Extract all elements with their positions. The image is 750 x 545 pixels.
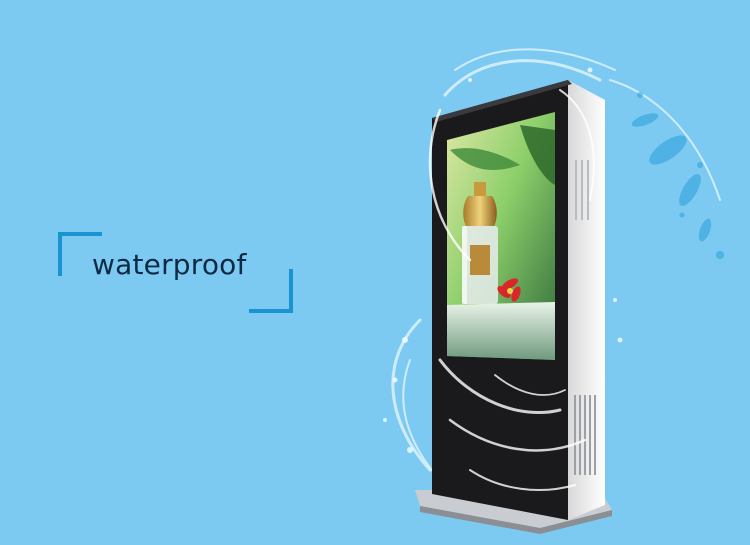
kiosk-illustration xyxy=(383,48,724,534)
kiosk-screen xyxy=(447,112,555,360)
kiosk-side-panel xyxy=(568,80,605,520)
hero-banner: waterproof xyxy=(0,0,750,545)
perfume-bottle-icon xyxy=(462,182,498,304)
